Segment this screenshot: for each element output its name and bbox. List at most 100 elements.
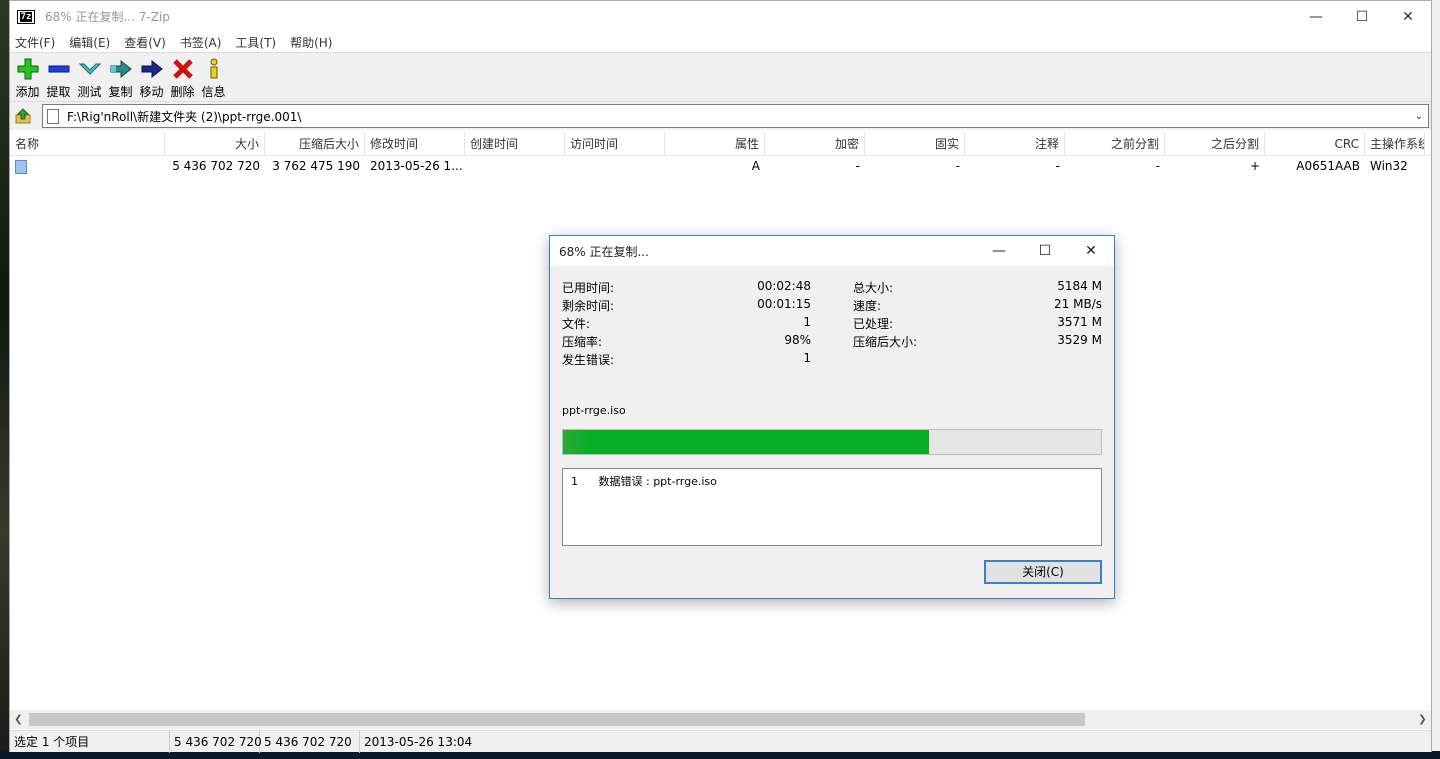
status-packed: 5 436 702 720 [260,730,360,753]
maximize-button[interactable]: ☐ [1339,1,1385,32]
status-bar: 选定 1 个项目 5 436 702 720 5 436 702 720 201… [10,730,1431,753]
7zip-app-icon: 7z [17,9,35,24]
column-header[interactable]: 注释 [965,132,1065,156]
dialog-title: 68% 正在复制... [559,244,649,259]
menu-item-1[interactable]: 编辑(E) [69,34,117,51]
stat-value: 1 [803,315,811,329]
column-header[interactable]: 访问时间 [565,132,665,156]
menu-item-0[interactable]: 文件(F) [15,34,62,51]
desktop-background [0,0,9,759]
table-cell: 2013-05-26 1... [370,159,463,173]
add-button[interactable]: 添加 [12,57,43,100]
toolbar-label: 提取 [46,85,71,99]
desktop-background-right [1432,0,1440,759]
column-header[interactable]: 名称 [10,132,165,156]
column-header[interactable]: 加密 [765,132,865,156]
column-header[interactable]: 压缩后大小 [265,132,365,156]
close-button[interactable]: 关闭(C) [984,560,1102,584]
move-button[interactable]: 移动 [136,57,167,100]
stat-value: 5184 M [1057,279,1102,293]
status-size: 5 436 702 720 [170,730,262,753]
menu-item-3[interactable]: 书签(A) [180,34,229,51]
column-header[interactable]: 主操作系统 [1365,132,1425,156]
extract-icon [46,57,72,81]
current-file-label: ppt-rrge.iso [562,404,626,417]
column-header[interactable]: 之后分割 [1165,132,1265,156]
up-arrow-folder-icon [15,108,31,124]
menu-item-2[interactable]: 查看(V) [124,34,173,51]
column-header[interactable]: 创建时间 [465,132,565,156]
stat-row: 已用时间: 00:02:48 总大小: 5184 M [562,279,1102,297]
column-header[interactable]: 大小 [165,132,265,156]
stat-label: 速度: [853,299,882,313]
file-name-cell [10,156,165,176]
stat-value: 3529 M [1057,333,1102,347]
stat-value: 00:01:15 [757,297,811,311]
stat-value: 00:02:48 [757,279,811,293]
stat-label: 总大小: [853,281,894,295]
stat-row: 剩余时间: 00:01:15 速度: 21 MB/s [562,297,1102,315]
column-header[interactable]: 修改时间 [365,132,465,156]
title-bar: 7z 68% 正在复制... 7-Zip — ☐ ✕ [10,1,1431,32]
stat-value: 3571 M [1057,315,1102,329]
stat-label: 剩余时间: [562,299,615,313]
toolbar-label: 复制 [108,85,133,99]
scroll-thumb[interactable] [29,713,1085,726]
copy-button[interactable]: 复制 [105,57,136,100]
address-bar: F:\Rig'nRoll\新建文件夹 (2)\ppt-rrge.001\ ⌄ [10,102,1431,130]
scroll-right-icon[interactable]: ❯ [1414,714,1431,725]
info-button[interactable]: 信息 [198,57,229,100]
stat-row: 压缩率: 98% 压缩后大小: 3529 M [562,333,1102,351]
test-icon [77,57,103,81]
path-text: F:\Rig'nRoll\新建文件夹 (2)\ppt-rrge.001\ [67,109,302,124]
status-modified: 2013-05-26 13:04 [364,734,473,749]
scroll-left-icon[interactable]: ❮ [10,714,27,725]
up-folder-button[interactable] [12,105,34,127]
stat-value [953,351,1102,369]
status-selected: 选定 1 个项目 [10,730,170,753]
table-cell: 5 436 702 720 [172,159,260,173]
toolbar-label: 信息 [201,85,226,99]
close-window-button[interactable]: ✕ [1385,1,1431,32]
stat-label: 发生错误: [562,353,615,367]
file-icon [47,108,59,124]
dialog-maximize-button[interactable]: ☐ [1022,236,1068,266]
stat-label: 压缩率: [562,335,603,349]
menu-item-5[interactable]: 帮助(H) [290,34,339,51]
table-cell: A0651AAB [1296,159,1360,173]
error-message: 数据错误 : ppt-rrge.iso [598,475,717,488]
minimize-button[interactable]: — [1293,1,1339,32]
dialog-title-bar: 68% 正在复制... — ☐ ✕ [550,236,1114,266]
dialog-minimize-button[interactable]: — [976,236,1022,266]
stat-label: 已处理: [853,317,894,331]
stat-value: 1 [803,351,811,365]
column-header[interactable]: CRC [1265,132,1365,156]
stat-label: 已用时间: [562,281,615,295]
column-header[interactable]: 固实 [865,132,965,156]
column-header[interactable]: 属性 [665,132,765,156]
delete-button[interactable]: 删除 [167,57,198,100]
table-cell: - [955,159,960,173]
info-icon [201,57,227,81]
column-header[interactable]: 之前分割 [1065,132,1165,156]
menu-item-4[interactable]: 工具(T) [235,34,283,51]
dialog-close-button[interactable]: ✕ [1068,236,1114,266]
table-cell: - [1155,159,1160,173]
copy-icon [108,57,134,81]
error-list[interactable]: 1 数据错误 : ppt-rrge.iso [562,468,1102,546]
table-cell [465,156,565,176]
chevron-down-icon[interactable]: ⌄ [1410,111,1428,122]
horizontal-scrollbar[interactable]: ❮ ❯ [10,710,1431,729]
stat-value: 98% [784,333,811,347]
path-input[interactable]: F:\Rig'nRoll\新建文件夹 (2)\ppt-rrge.001\ ⌄ [42,104,1429,128]
scroll-track [27,713,1414,726]
table-row[interactable]: 5 436 702 720 3 762 475 190 2013-05-26 1..… [10,156,1431,176]
stat-value: 21 MB/s [1054,297,1102,311]
table-cell: + [1249,159,1260,173]
progress-dialog: 68% 正在复制... — ☐ ✕ 已用时间: 00:02:48 总大小: 5184 … [549,235,1115,599]
extract-button[interactable]: 提取 [43,57,74,100]
file-icon [15,159,27,174]
menu-bar: 文件(F) 编辑(E) 查看(V) 书签(A) 工具(T) 帮助(H) [10,32,1431,52]
stat-row: 文件: 1 已处理: 3571 M [562,315,1102,333]
test-button[interactable]: 测试 [74,57,105,100]
